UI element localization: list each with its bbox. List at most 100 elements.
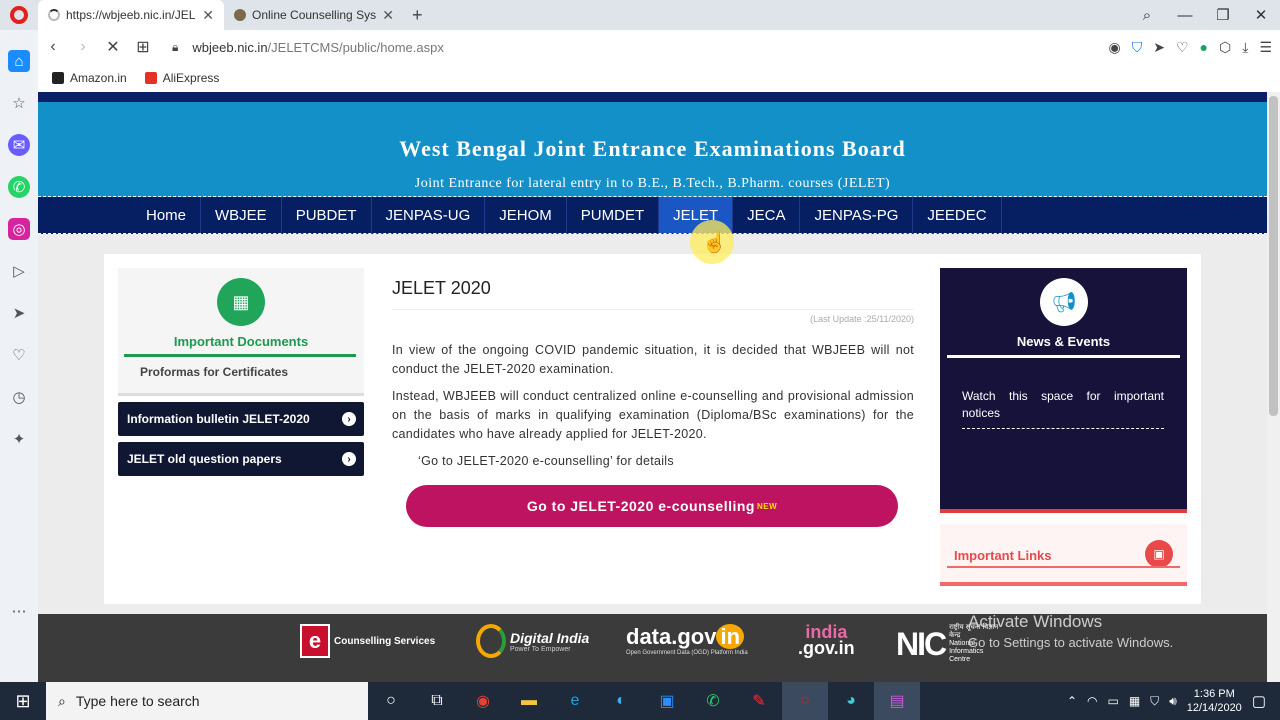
- messenger-icon[interactable]: ✉: [8, 134, 30, 156]
- nav-menu: Home WBJEE PUBDET JENPAS-UG JEHOM PUMDET JELET…: [132, 197, 1002, 233]
- menu-icon[interactable]: ☰: [1259, 39, 1272, 56]
- ecounselling-label: Counselling Services: [334, 635, 436, 647]
- nav-item-jehom[interactable]: JEHOM: [485, 197, 567, 233]
- watermark-title: Activate Windows: [968, 612, 1103, 631]
- browser-tab-bar: https://wbjeeb.nic.in/JELET ✕ Online Cou…: [0, 0, 1280, 30]
- send-icon[interactable]: ➤: [8, 302, 30, 324]
- chevron-right-icon: ›: [342, 452, 356, 466]
- cortana-icon[interactable]: ○: [368, 682, 414, 720]
- back-icon[interactable]: ‹: [38, 38, 68, 56]
- cube-icon[interactable]: ⬡: [1219, 39, 1231, 56]
- stop-icon[interactable]: ✕: [98, 37, 128, 57]
- whatsapp-icon[interactable]: ✆: [690, 682, 736, 720]
- clock[interactable]: 1:36 PM 12/14/2020: [1187, 687, 1242, 715]
- history-icon[interactable]: ◷: [8, 386, 30, 408]
- nav-item-wbjee[interactable]: WBJEE: [201, 197, 282, 233]
- button-label: Information bulletin JELET-2020: [127, 412, 310, 426]
- data-gov-logo[interactable]: data.gov in Open Government Data (OGD) Pl…: [626, 624, 748, 656]
- nav-item-home[interactable]: Home: [132, 197, 202, 233]
- important-links-card[interactable]: Important Links ▣: [940, 524, 1187, 586]
- e-counselling-logo[interactable]: e Counselling Services: [300, 624, 435, 658]
- tab-title: Online Counselling System: [252, 8, 377, 22]
- tab-wbjeeb[interactable]: https://wbjeeb.nic.in/JELET ✕: [38, 0, 224, 30]
- search-tabs-icon[interactable]: ⌕: [1128, 7, 1166, 24]
- close-icon[interactable]: ✕: [202, 7, 214, 24]
- clock-time: 1:36 PM: [1193, 688, 1235, 700]
- app-icon[interactable]: ◕: [828, 682, 874, 720]
- indiagov-bottom: .gov.in: [798, 638, 855, 658]
- close-window-icon[interactable]: ✕: [1242, 6, 1280, 24]
- new-tab-icon[interactable]: +: [412, 5, 423, 26]
- bulb-icon[interactable]: ✦: [8, 428, 30, 450]
- page-scrollbar[interactable]: [1267, 92, 1280, 682]
- instagram-icon[interactable]: ◎: [8, 218, 30, 240]
- information-bulletin-button[interactable]: Information bulletin JELET-2020 ›: [118, 402, 364, 436]
- shield-icon[interactable]: ⛉: [1132, 39, 1143, 56]
- security-icon[interactable]: ⛉: [1150, 694, 1159, 709]
- file-explorer-icon[interactable]: ▬: [506, 682, 552, 720]
- e-counselling-button[interactable]: Go to JELET-2020 e-counselling NEW: [406, 485, 898, 527]
- india-gov-logo[interactable]: india .gov.in: [798, 623, 855, 658]
- player-icon[interactable]: ▷: [8, 260, 30, 282]
- datagov-label: data.gov: [626, 624, 717, 649]
- heart-icon[interactable]: ♡: [1176, 39, 1189, 56]
- e-logo-icon: e: [300, 624, 330, 658]
- watermark-subtitle: Go to Settings to activate Windows.: [968, 635, 1174, 650]
- bookmark-aliexpress[interactable]: AliExpress: [144, 71, 219, 85]
- star-icon[interactable]: ☆: [8, 92, 30, 114]
- old-question-papers-button[interactable]: JELET old question papers ›: [118, 442, 364, 476]
- account-icon[interactable]: ●: [1200, 39, 1208, 55]
- favicon-icon: [234, 9, 246, 21]
- notifications-icon[interactable]: ▢: [1252, 692, 1266, 710]
- news-divider: [947, 355, 1180, 358]
- chrome-icon[interactable]: ◉: [460, 682, 506, 720]
- nav-item-jeedec[interactable]: JEEDEC: [913, 197, 1002, 233]
- internet-explorer-icon[interactable]: e: [552, 682, 598, 720]
- download-icon[interactable]: ⤓: [1242, 39, 1248, 56]
- minimize-icon[interactable]: —: [1166, 7, 1204, 24]
- nav-item-jenpas-pg[interactable]: JENPAS-PG: [800, 197, 914, 233]
- nav-item-jenpas-ug[interactable]: JENPAS-UG: [372, 197, 486, 233]
- bookmarks-bar: Amazon.in AliExpress: [38, 64, 1280, 92]
- speed-dial-icon[interactable]: ⊞: [128, 37, 158, 57]
- links-divider: [947, 566, 1180, 568]
- zoom-icon[interactable]: ▣: [644, 682, 690, 720]
- title-divider: [392, 309, 914, 310]
- nav-item-jeca[interactable]: JECA: [733, 197, 801, 233]
- page-title: JELET 2020: [392, 278, 491, 298]
- bookmark-amazon[interactable]: Amazon.in: [52, 71, 127, 85]
- proformas-link[interactable]: Proformas for Certificates: [140, 365, 288, 379]
- opera-icon[interactable]: ○: [782, 682, 828, 720]
- opera-logo-icon[interactable]: [0, 0, 38, 30]
- whatsapp-icon[interactable]: ✆: [8, 176, 30, 198]
- heart-icon[interactable]: ♡: [8, 344, 30, 366]
- network-icon[interactable]: ▦: [1129, 694, 1140, 708]
- chevron-up-icon[interactable]: ⌃: [1067, 694, 1077, 708]
- edge-icon[interactable]: ◐: [598, 682, 644, 720]
- tab-online-counselling[interactable]: Online Counselling System ✕: [224, 0, 404, 30]
- task-view-icon[interactable]: ⧉: [414, 682, 460, 720]
- camera-icon[interactable]: ◉: [1109, 39, 1121, 56]
- pen-icon[interactable]: ✎: [736, 682, 782, 720]
- taskbar-search[interactable]: ⌕ Type here to search: [46, 682, 368, 720]
- more-icon[interactable]: ⋯: [8, 600, 30, 622]
- digital-india-logo[interactable]: Digital India Power To Empower: [476, 624, 589, 658]
- last-update: (Last Update :25/11/2020): [810, 314, 914, 324]
- close-icon[interactable]: ✕: [382, 7, 394, 24]
- wifi-icon[interactable]: ◠: [1087, 694, 1097, 708]
- url-path: /JELETCMS/public/home.aspx: [267, 39, 444, 55]
- url-field[interactable]: 🔒︎ wbjeeb.nic.in/JELETCMS/public/home.as…: [172, 40, 444, 55]
- home-icon[interactable]: ⌂: [8, 50, 30, 72]
- screen-recorder-icon[interactable]: ▤: [874, 682, 920, 720]
- nav-item-pubdet[interactable]: PUBDET: [282, 197, 372, 233]
- volume-icon[interactable]: 🔊︎: [1169, 694, 1177, 709]
- nav-item-pumdet[interactable]: PUMDET: [567, 197, 660, 233]
- scrollbar-thumb[interactable]: [1269, 96, 1278, 416]
- windows-start-icon[interactable]: ⊞: [0, 682, 46, 720]
- send-icon[interactable]: ➤: [1153, 39, 1165, 56]
- lock-icon[interactable]: 🔒︎: [172, 40, 178, 55]
- battery-icon[interactable]: ▭: [1107, 694, 1118, 708]
- forward-icon[interactable]: ›: [68, 38, 98, 56]
- calendar-icon: ▦: [217, 278, 265, 326]
- restore-icon[interactable]: ❐: [1204, 6, 1242, 24]
